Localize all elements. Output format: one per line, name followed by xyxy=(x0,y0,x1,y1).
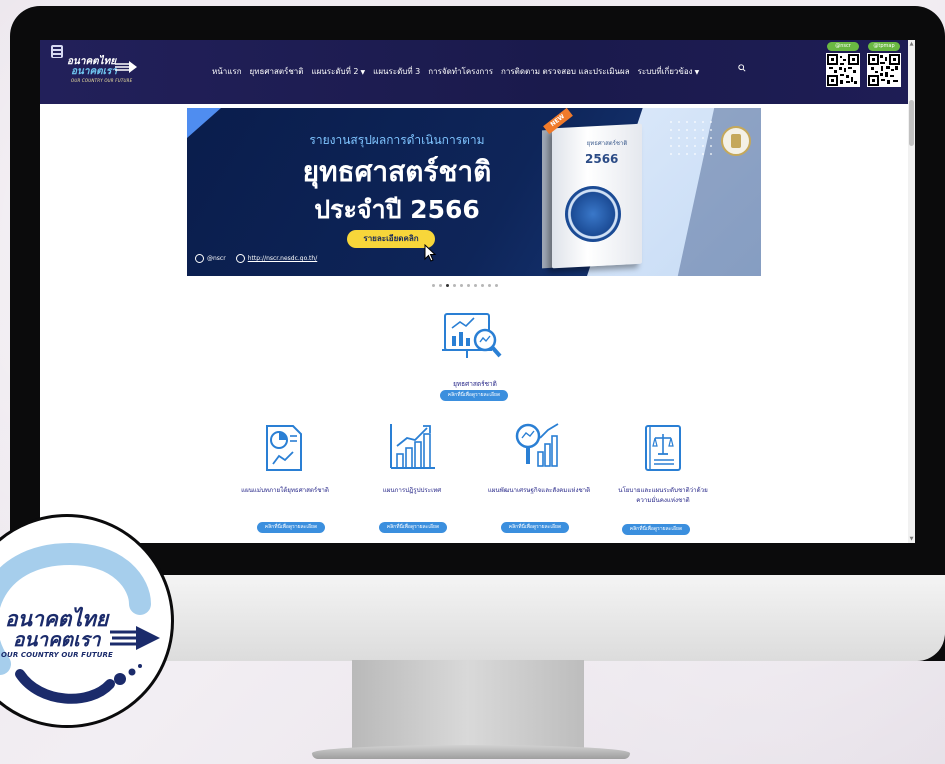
carousel-dot[interactable] xyxy=(481,284,484,287)
law-book-icon[interactable] xyxy=(638,422,690,474)
carousel-dot-active[interactable] xyxy=(446,284,449,287)
scroll-down-icon[interactable]: ▼ xyxy=(909,536,914,542)
site-logo[interactable]: อนาคตไทย อนาคตเรา OUR COUNTRY OUR FUTURE xyxy=(57,52,143,84)
card-label: นโยบายและแผนระดับชาติว่าด้วยความมั่นคงแห… xyxy=(618,487,708,504)
nav-link-monitoring[interactable]: การติดตาม ตรวจสอบ และประเมินผล xyxy=(501,65,630,78)
brand-circle-logo: อนาคตไทย อนาคตเรา OUR COUNTRY OUR FUTURE xyxy=(0,514,174,728)
nav-links: หน้าแรก ยุทธศาสตร์ชาติ แผนระดับที่ 2 ▼ แผ… xyxy=(212,65,699,78)
top-navbar: อนาคตไทย อนาคตเรา OUR COUNTRY OUR FUTURE… xyxy=(40,40,908,104)
strategy-chart-icon[interactable] xyxy=(442,306,504,368)
nav-link-national-strategy[interactable]: ยุทธศาสตร์ชาติ xyxy=(250,65,304,78)
qr-label: @tpmap xyxy=(868,42,900,51)
carousel-indicators xyxy=(432,284,498,287)
logo-tagline: OUR COUNTRY OUR FUTURE xyxy=(1,651,113,659)
carousel-dot[interactable] xyxy=(453,284,456,287)
carousel-dot[interactable] xyxy=(467,284,470,287)
qr-tpmap[interactable]: @tpmap xyxy=(866,42,902,98)
chevron-down-icon: ▼ xyxy=(360,69,366,76)
browser-screen: อนาคตไทย อนาคตเรา OUR COUNTRY OUR FUTURE… xyxy=(40,40,915,543)
card-label: แผนการปฏิรูปประเทศ xyxy=(382,487,442,494)
scrollbar-thumb[interactable] xyxy=(909,100,914,146)
hero-banner[interactable]: รายงานสรุปผลการดำเนินการตาม ยุทธศาสตร์ชา… xyxy=(187,108,761,276)
decor-dot-grid xyxy=(667,118,717,158)
vertical-scrollbar[interactable]: ▲ ▼ xyxy=(908,40,915,543)
book-emblem xyxy=(565,186,621,242)
banner-details-button[interactable]: รายละเอียดคลิก xyxy=(347,230,435,248)
card-details-button[interactable]: คลิกที่นี่เพื่อดูรายละเอียด xyxy=(501,522,569,533)
magnify-chart-icon[interactable] xyxy=(512,420,564,472)
banner-footer: @nscr http://nscr.nesdc.go.th/ xyxy=(195,254,317,263)
banner-handle[interactable]: @nscr xyxy=(195,254,226,263)
nav-link-level-2-plan[interactable]: แผนระดับที่ 2 ▼ xyxy=(311,65,365,78)
cursor-icon xyxy=(424,244,437,262)
scroll-up-icon[interactable]: ▲ xyxy=(909,41,914,47)
card-label: แผนพัฒนาเศรษฐกิจและสังคมแห่งชาติ xyxy=(487,487,591,494)
carousel-dot[interactable] xyxy=(495,284,498,287)
nav-link-home[interactable]: หน้าแรก xyxy=(212,65,242,78)
nav-link-projects[interactable]: การจัดทำโครงการ xyxy=(428,65,493,78)
card-label: แผนแม่บทภายใต้ยุทธศาสตร์ชาติ xyxy=(241,487,329,494)
banner-url[interactable]: http://nscr.nesdc.go.th/ xyxy=(235,254,317,263)
card-details-button[interactable]: คลิกที่นี่เพื่อดูรายละเอียด xyxy=(257,522,325,533)
book-year: 2566 xyxy=(585,152,619,166)
search-icon[interactable] xyxy=(738,64,746,72)
bar-growth-icon[interactable] xyxy=(385,422,437,474)
carousel-dot[interactable] xyxy=(474,284,477,287)
qr-label: @nscr xyxy=(827,42,859,51)
document-chart-icon[interactable] xyxy=(259,422,311,474)
nav-link-level-3-plan[interactable]: แผนระดับที่ 3 xyxy=(373,65,420,78)
carousel-dot[interactable] xyxy=(432,284,435,287)
monitor-stand xyxy=(352,660,584,748)
card-details-button[interactable]: คลิกที่นี่เพื่อดูรายละเอียด xyxy=(379,522,447,533)
qr-nscr[interactable]: @nscr xyxy=(825,42,861,98)
qr-code-icon xyxy=(826,53,860,87)
globe-icon xyxy=(235,254,245,263)
logo-tagline: OUR COUNTRY OUR FUTURE xyxy=(71,78,133,83)
carousel-dot[interactable] xyxy=(460,284,463,287)
logo-arrow-icon xyxy=(115,61,137,73)
monitor-base xyxy=(312,745,630,759)
government-seal-icon xyxy=(721,126,751,156)
logo-line-2: อนาคตเรา xyxy=(71,66,118,77)
main-details-button[interactable]: คลิกที่นี่เพื่อดูรายละเอียด xyxy=(440,390,508,401)
nav-link-related-systems[interactable]: ระบบที่เกี่ยวข้อง ▼ xyxy=(638,65,700,78)
book-title: ยุทธศาสตร์ชาติ xyxy=(586,140,628,147)
carousel-dot[interactable] xyxy=(488,284,491,287)
chevron-down-icon: ▼ xyxy=(694,69,700,76)
carousel-dot[interactable] xyxy=(439,284,442,287)
social-icon xyxy=(195,254,204,263)
card-details-button[interactable]: คลิกที่นี่เพื่อดูรายละเอียด xyxy=(622,524,690,535)
qr-code-icon xyxy=(867,53,901,87)
main-section-label: ยุทธศาสตร์ชาติ xyxy=(453,380,497,388)
